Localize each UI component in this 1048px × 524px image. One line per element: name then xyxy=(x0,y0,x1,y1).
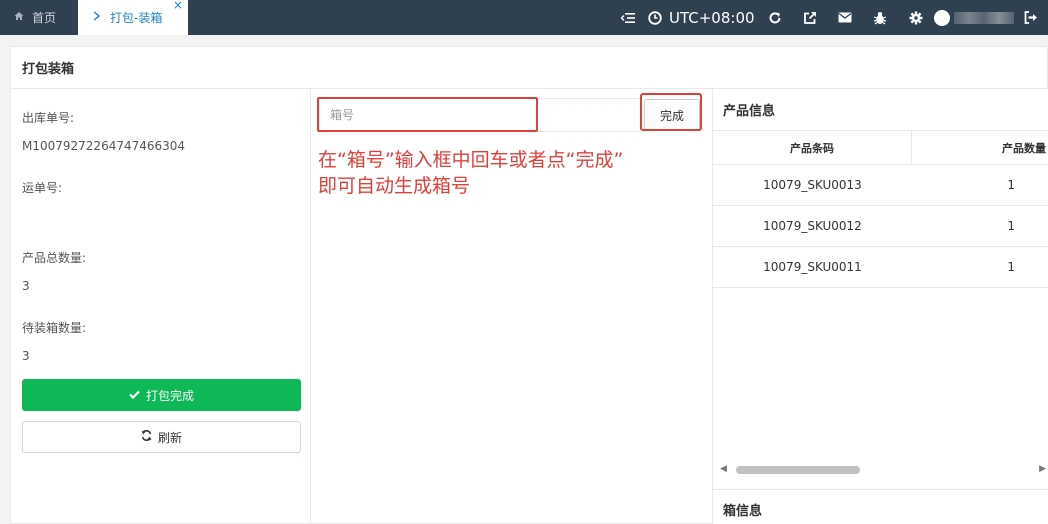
cell-qty: 1 xyxy=(1007,219,1015,233)
table-row[interactable]: 10079_SKU0013 1 xyxy=(713,165,1048,206)
horizontal-scrollbar[interactable]: ◀ ▶ xyxy=(713,461,1048,479)
annotation-highlight-input xyxy=(317,97,538,132)
clock-icon xyxy=(645,0,665,35)
table-row[interactable]: 10079_SKU0012 1 xyxy=(713,206,1048,247)
total-qty-label: 产品总数量: xyxy=(22,251,87,265)
refresh-icon[interactable] xyxy=(757,0,792,35)
top-navbar: 首页 打包-装箱 × UTC+08:00 xyxy=(0,0,1048,35)
toolbar: UTC+08:00 xyxy=(611,0,1048,35)
outbound-no-value: M10079272264747466304 xyxy=(22,139,186,153)
tab-pack-box-label: 打包-装箱 xyxy=(110,11,163,25)
annotation-hint-line1: 在“箱号”输入框中回车或者点“完成” xyxy=(318,149,624,171)
cell-barcode: 10079_SKU0011 xyxy=(763,260,862,274)
refresh-button[interactable]: 刷新 xyxy=(22,421,301,453)
gear-icon[interactable] xyxy=(898,0,934,35)
chevron-right-icon xyxy=(93,11,101,24)
external-link-icon[interactable] xyxy=(792,0,827,35)
product-info-panel: 产品信息 产品条码 产品数量 10079_SKU0013 1 10079_SKU… xyxy=(712,89,1048,524)
tab-home-label: 首页 xyxy=(32,11,57,25)
order-summary: 出库单号: M10079272264747466304 运单号: 产品总数量: … xyxy=(11,89,311,524)
pack-box-panel: 打包装箱 出库单号: M10079272264747466304 运单号: 产品… xyxy=(10,46,1048,524)
column-header-qty[interactable]: 产品数量 xyxy=(912,131,1048,164)
annotation-highlight-finish xyxy=(640,93,702,131)
total-qty-value: 3 xyxy=(22,279,30,293)
pending-qty-label: 待装箱数量: xyxy=(22,321,87,335)
product-info-title: 产品信息 xyxy=(713,89,1048,131)
refresh-icon xyxy=(141,430,152,444)
username-blurred xyxy=(953,11,1014,24)
logout-icon[interactable] xyxy=(1014,0,1048,35)
scroll-left-icon[interactable]: ◀ xyxy=(720,464,727,474)
table-row[interactable]: 10079_SKU0011 1 xyxy=(713,247,1048,288)
annotation-hint-line2: 即可自动生成箱号 xyxy=(318,175,471,197)
waybill-label: 运单号: xyxy=(22,181,63,195)
cell-barcode: 10079_SKU0013 xyxy=(763,178,862,192)
scroll-thumb[interactable] xyxy=(736,466,860,474)
scroll-right-icon[interactable]: ▶ xyxy=(1039,464,1046,474)
box-entry: 完成 在“箱号”输入框中回车或者点“完成” 即可自动生成箱号 xyxy=(311,89,712,524)
menu-collapse-icon[interactable] xyxy=(611,0,645,35)
user-icon xyxy=(934,9,950,26)
product-table-header: 产品条码 产品数量 xyxy=(713,131,1048,165)
user-menu[interactable] xyxy=(934,0,1014,35)
page-title: 打包装箱 xyxy=(11,47,1047,89)
refresh-label: 刷新 xyxy=(157,430,182,445)
check-icon xyxy=(129,388,140,402)
annotation-hint: 在“箱号”输入框中回车或者点“完成” 即可自动生成箱号 xyxy=(318,147,708,199)
home-icon xyxy=(14,11,24,24)
tab-home[interactable]: 首页 xyxy=(0,0,78,35)
pack-complete-label: 打包完成 xyxy=(145,388,194,403)
cell-barcode: 10079_SKU0012 xyxy=(763,219,862,233)
timezone-label[interactable]: UTC+08:00 xyxy=(665,0,757,35)
bug-icon[interactable] xyxy=(862,0,898,35)
close-icon[interactable]: × xyxy=(173,0,183,12)
pack-complete-button[interactable]: 打包完成 xyxy=(22,379,301,411)
cell-qty: 1 xyxy=(1007,178,1015,192)
tab-pack-box[interactable]: 打包-装箱 × xyxy=(78,0,188,35)
box-info-title: 箱信息 xyxy=(713,489,1048,524)
column-header-barcode[interactable]: 产品条码 xyxy=(713,131,912,164)
cell-qty: 1 xyxy=(1007,260,1015,274)
mail-icon[interactable] xyxy=(827,0,862,35)
outbound-no-label: 出库单号: xyxy=(22,111,75,125)
pending-qty-value: 3 xyxy=(22,349,30,363)
